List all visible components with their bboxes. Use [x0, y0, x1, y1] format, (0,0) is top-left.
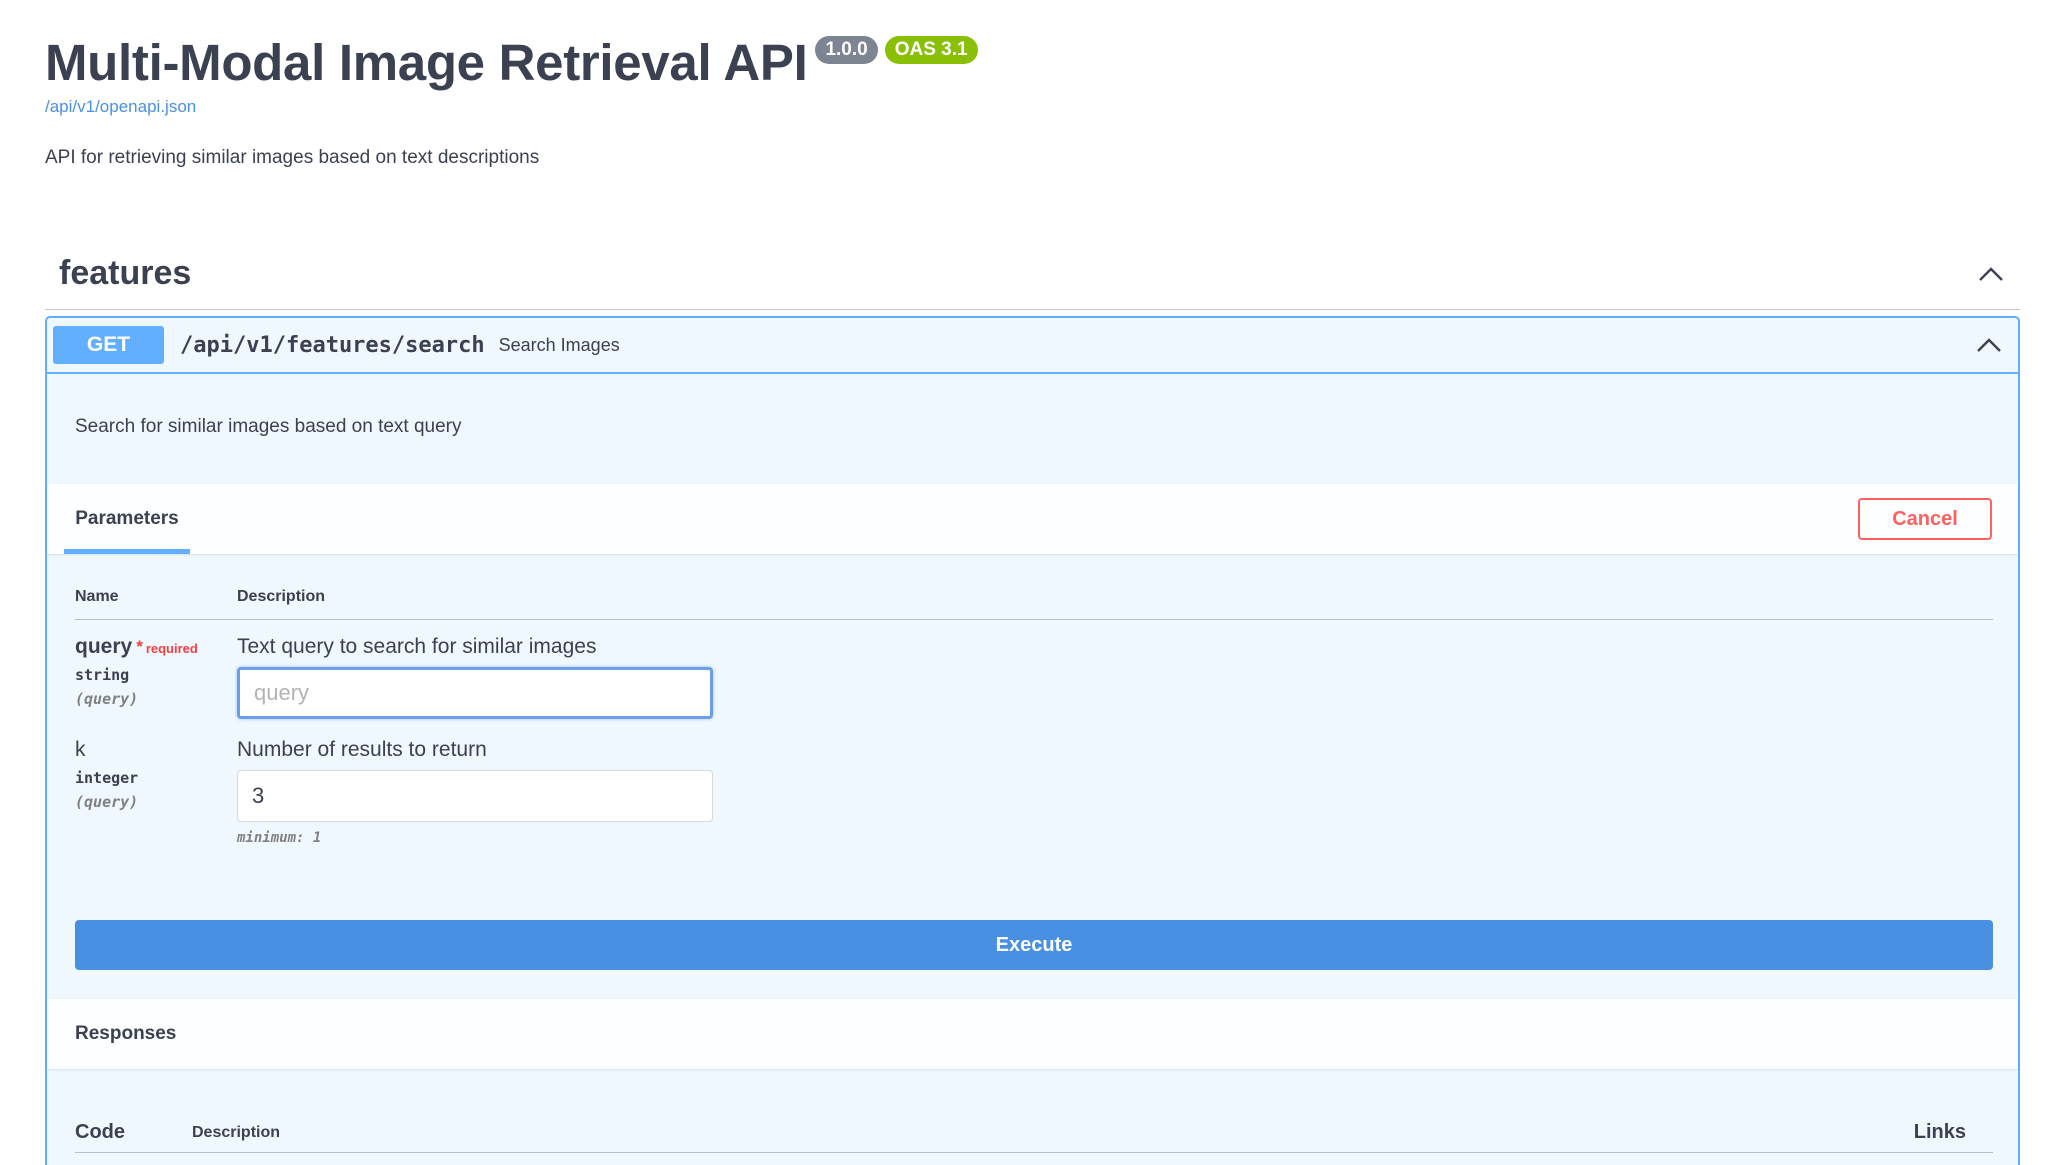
responses-table-header: Code Description Links [75, 1113, 1993, 1153]
param-name-text: query [75, 635, 133, 658]
execute-button[interactable]: Execute [75, 920, 1993, 970]
param-name-cell: k integer (query) [75, 737, 237, 846]
param-location: (query) [75, 793, 139, 811]
param-name: k [75, 738, 86, 761]
responses-section-header: Responses [47, 999, 2018, 1069]
col-code-header: Code [75, 1121, 125, 1143]
param-row-query: query * required string (query) Text query… [75, 634, 1993, 719]
title-row: Multi-Modal Image Retrieval API 1.0.0 OA… [45, 30, 2005, 96]
tag-name: features [59, 254, 192, 292]
operation-summary[interactable]: GET /api/v1/features/search Search Image… [47, 318, 2018, 374]
cancel-button[interactable]: Cancel [1858, 498, 1992, 540]
api-info: Multi-Modal Image Retrieval API 1.0.0 OA… [45, 30, 2005, 171]
api-description: API for retrieving similar images based … [45, 147, 540, 168]
operation-block-get-search: GET /api/v1/features/search Search Image… [45, 316, 2020, 1165]
oas-badge: OAS 3.1 [884, 36, 978, 64]
param-description: Text query to search for similar images [237, 635, 597, 658]
param-name-cell: query * required string (query) [75, 634, 237, 719]
param-description-cell: Number of results to return minimum: 1 [237, 737, 1993, 846]
param-constraint: minimum: 1 [237, 830, 322, 846]
operation-summary-text: Search Images [498, 334, 620, 355]
openapi-spec-link[interactable]: /api/v1/openapi.json [45, 96, 2005, 118]
param-location: (query) [75, 690, 139, 708]
method-badge: GET [53, 326, 164, 364]
chevron-up-icon[interactable] [1974, 330, 2004, 360]
version-badge: 1.0.0 [815, 36, 878, 64]
param-name: query * required [75, 634, 237, 660]
col-description-header: Description [192, 1123, 281, 1141]
responses-title: Responses [75, 1023, 177, 1044]
col-name-header: Name [75, 588, 119, 605]
chevron-up-icon[interactable] [1976, 259, 2006, 289]
query-input[interactable] [237, 667, 713, 719]
param-description: Number of results to return [237, 738, 487, 761]
operation-description: Search for similar images based on text … [75, 416, 462, 437]
param-row-k: k integer (query) Number of results to r… [75, 737, 1993, 846]
k-input[interactable] [237, 770, 713, 822]
api-title: Multi-Modal Image Retrieval API [45, 34, 808, 91]
param-type: string [75, 666, 130, 684]
required-label: required [145, 641, 198, 656]
operation-path: /api/v1/features/search [180, 332, 485, 358]
parameters-section-header: Parameters Cancel [47, 484, 2018, 554]
col-links-header: Links [1913, 1121, 1966, 1143]
tag-features-header[interactable]: features [45, 238, 2020, 310]
parameters-table-header: Name Description [75, 588, 1993, 620]
param-type: integer [75, 769, 139, 787]
param-description-cell: Text query to search for similar images [237, 634, 1993, 719]
required-star: * [136, 637, 143, 656]
tab-parameters[interactable]: Parameters [64, 484, 190, 554]
parameters-table: Name Description query * required string (… [75, 588, 1993, 846]
col-description-header: Description [237, 588, 326, 605]
